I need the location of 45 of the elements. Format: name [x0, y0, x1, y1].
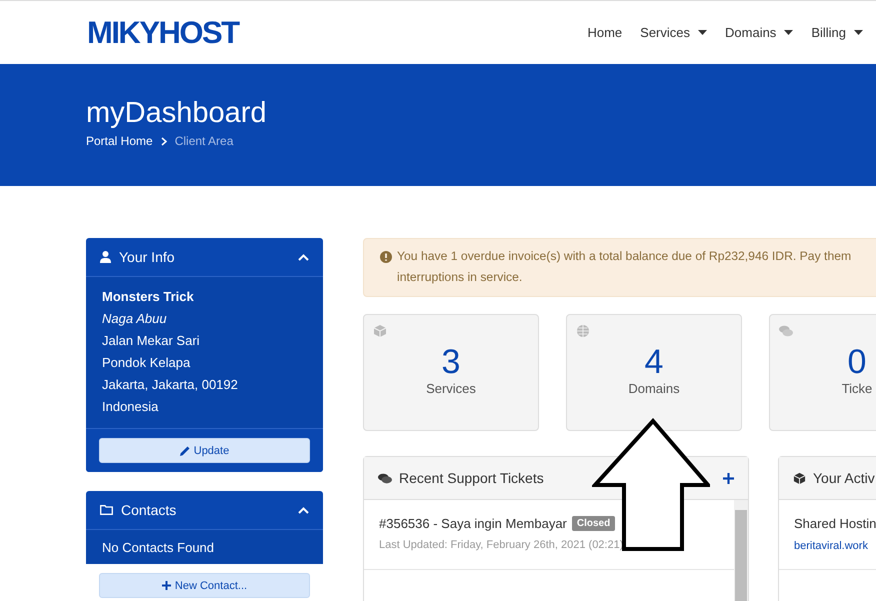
empty-message: No Contacts Found	[86, 530, 323, 564]
pencil-icon	[180, 446, 190, 456]
ticket-link[interactable]: #356536 - Saya ingin Membayar Closed	[379, 516, 616, 531]
new-contact-button[interactable]: New Contact...	[99, 573, 310, 598]
plus-icon[interactable]	[723, 472, 734, 484]
company-name: Naga Abuu	[102, 310, 168, 328]
chevron-icon[interactable]	[298, 506, 309, 514]
service-link[interactable]: Shared Hostin	[794, 516, 876, 531]
card-title: Recent Support Tickets	[399, 470, 545, 486]
nav-link[interactable]: Domains	[725, 25, 794, 40]
breadcrumb-link[interactable]: Portal Home	[86, 134, 153, 148]
address-line: Pondok Kelapa	[102, 354, 192, 372]
alert-text: interruptions in service.	[396, 269, 524, 286]
ticket-updated: Last Updated: Friday, February 26th, 2021 (02:21)	[379, 539, 624, 551]
domain-link[interactable]: beritaviral.work	[794, 540, 876, 552]
plus-icon	[162, 581, 171, 590]
cube-icon	[373, 324, 387, 338]
update-button[interactable]: Update	[99, 438, 310, 463]
status-badge: Closed	[572, 516, 616, 531]
chevron-right-icon	[160, 136, 167, 146]
card-title: Your Activ	[813, 470, 876, 486]
cube-icon	[793, 472, 806, 484]
globe-icon	[576, 324, 590, 338]
nav-link[interactable]: Billing	[811, 25, 863, 40]
chat-bubbles-icon	[378, 472, 392, 484]
client-name: Monsters Trick	[102, 288, 195, 306]
page-title: myDashboard	[86, 97, 268, 130]
folder-icon	[100, 505, 113, 515]
address-line: Jakarta, Jakarta, 00192	[102, 376, 239, 394]
chat-bubbles-icon	[779, 324, 793, 338]
user-icon	[100, 251, 111, 263]
stat-tile[interactable]: 4 Domains	[566, 314, 742, 431]
breadcrumb-link[interactable]: Client Area	[174, 134, 234, 148]
address-line: Jalan Mekar Sari	[102, 332, 201, 350]
address-line: Indonesia	[102, 398, 160, 416]
alert-text: You have 1 overdue invoice(s) with a total balance due of Rp232,946 IDR. Pay them	[397, 248, 852, 265]
panel-title: Your Info	[119, 249, 176, 265]
panel-title: Contacts	[121, 502, 178, 518]
exclamation-icon	[380, 250, 392, 262]
nav-link[interactable]: Services	[640, 25, 708, 40]
chevron-icon[interactable]	[298, 254, 309, 260]
stat-tile[interactable]: 0 Ticke	[769, 314, 876, 431]
nav-link[interactable]: Home	[587, 25, 622, 40]
logo: MIKYHOST	[87, 14, 239, 50]
stat-tile[interactable]: 3 Services	[363, 314, 539, 431]
